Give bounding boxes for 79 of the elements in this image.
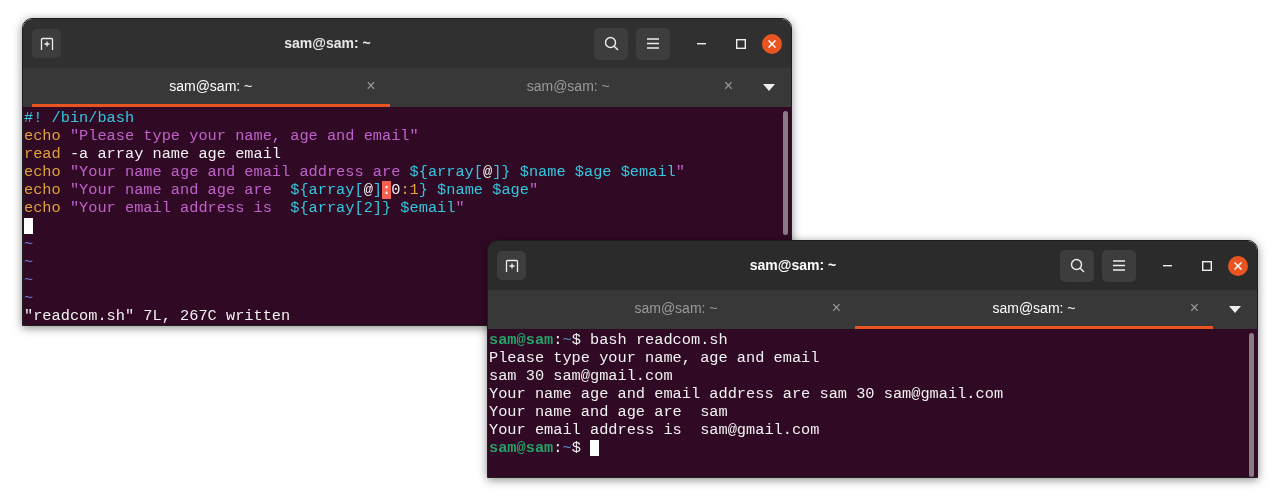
terminal-text: 0 (391, 181, 401, 199)
minimize-icon (696, 42, 706, 45)
terminal-text: ${array[ (290, 181, 364, 199)
terminal-text: ~ (24, 289, 34, 307)
terminal-text: ~ (562, 439, 572, 457)
terminal-text: #! /bin/bash (24, 109, 135, 127)
terminal-text: sam@sam (489, 439, 554, 457)
terminal-text: sam@sam (489, 331, 554, 349)
tab-label: sam@sam: ~ (634, 298, 718, 318)
terminal-text: ] (372, 181, 383, 199)
menu-icon (647, 38, 659, 49)
terminal-text: ${array[ (409, 163, 483, 181)
terminal-text: "Please type your name, age and email" (68, 127, 419, 145)
tab-close-button[interactable]: × (723, 78, 733, 94)
minimize-icon (1162, 264, 1172, 267)
new-tab-button[interactable] (497, 251, 526, 280)
terminal-text: "readcom.sh" 7L, 267C written (24, 307, 291, 325)
terminal-text: ]} $name $age $email (492, 163, 676, 181)
tab-close-button[interactable]: × (366, 78, 376, 94)
terminal-text: " (675, 163, 685, 181)
terminal-text: : (553, 439, 563, 457)
terminal-text: ${array[2]} $email (290, 199, 456, 217)
terminal-text: Your name age and email address are sam 30 sam@gmail.com (489, 385, 1004, 403)
new-tab-icon (39, 36, 54, 51)
search-icon (1069, 258, 1085, 273)
terminal-text: read (24, 145, 61, 163)
terminal-text: "Your name age and email address are (68, 163, 402, 181)
terminal-text: } $name $age (418, 181, 529, 199)
window-title: sam@sam: ~ (748, 256, 838, 275)
terminal-text: "Your email address is (68, 199, 273, 217)
terminal-text: Your email address is sam@gmail.com (489, 421, 820, 439)
terminal-text: " (528, 181, 539, 199)
dropdown-icon (763, 84, 775, 91)
menu-icon (1113, 260, 1125, 271)
close-icon (768, 39, 776, 48)
terminal-text: " (455, 199, 465, 217)
search-icon (603, 36, 619, 51)
window-title: sam@sam: ~ (283, 34, 372, 53)
new-tab-icon (504, 258, 519, 273)
tab-label: sam@sam: ~ (992, 298, 1076, 318)
terminal-text: @ (363, 181, 373, 199)
tab[interactable]: sam@sam: ~ × (497, 290, 855, 329)
maximize-icon (1202, 260, 1212, 271)
close-icon (1234, 261, 1242, 270)
tab-label: sam@sam: ~ (169, 76, 253, 96)
terminal-text: ~ (24, 253, 34, 271)
terminal-text: : (553, 331, 563, 349)
terminal-text: Please type your name, age and email (489, 349, 820, 367)
dropdown-icon (1229, 306, 1241, 313)
terminal-text: Your name and age are sam (489, 403, 728, 421)
scrollbar[interactable] (1249, 333, 1254, 477)
terminal-text: :1 (400, 181, 419, 199)
search-button[interactable] (594, 27, 628, 60)
search-button[interactable] (1060, 249, 1094, 282)
tab-label: sam@sam: ~ (526, 76, 610, 96)
tab-close-button[interactable]: × (1189, 300, 1199, 316)
terminal-text: "Your name and age are (68, 181, 273, 199)
terminal-text: : (382, 181, 392, 199)
terminal-text: echo (24, 127, 61, 145)
new-tab-button[interactable] (32, 29, 61, 58)
maximize-icon (736, 38, 746, 49)
terminal-text: sam 30 sam@gmail.com (489, 367, 673, 385)
menu-button[interactable] (1102, 249, 1136, 282)
tab[interactable]: sam@sam: ~ × (389, 68, 747, 107)
scrollbar[interactable] (783, 111, 788, 235)
terminal-text: echo (24, 181, 61, 199)
terminal-text: ~ (24, 235, 34, 253)
terminal-text: echo (24, 199, 61, 217)
terminal-text: echo (24, 163, 61, 181)
tab-close-button[interactable]: × (831, 300, 841, 316)
menu-button[interactable] (636, 27, 670, 60)
terminal-text: ~ (24, 271, 34, 289)
close-button[interactable] (762, 33, 782, 54)
terminal-text: $ bash readcom.sh (571, 331, 728, 349)
close-button[interactable] (1228, 255, 1248, 276)
terminal-text: @ (483, 163, 493, 181)
terminal-text: $ (571, 439, 582, 457)
terminal-text: -a array name age email (68, 145, 282, 163)
terminal-text: ~ (562, 331, 572, 349)
